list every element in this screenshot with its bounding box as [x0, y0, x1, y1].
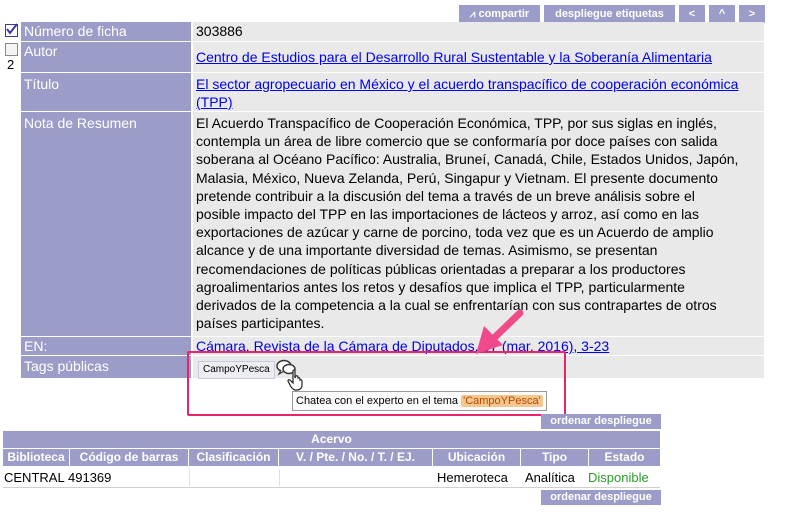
- resumen-line: recomendaciones de políticas públicas or…: [196, 260, 686, 277]
- resumen-line: pretende contribuir a la discusión del t…: [196, 187, 695, 204]
- resumen-line: países participantes.: [196, 315, 325, 332]
- header-volumen: V. / Pte. / No. / T. / EJ.: [279, 449, 432, 466]
- tag-chip[interactable]: CampoYPesca: [198, 361, 275, 379]
- tags-label: Tags públicas: [21, 356, 191, 378]
- ficha-label: Número de ficha: [21, 22, 191, 41]
- titulo-link[interactable]: El sector agropecuario en México y el ac…: [196, 76, 738, 110]
- resumen-line: contempla un área de libre comercio que …: [196, 133, 718, 150]
- order-display-button-top[interactable]: ordenar despliegue: [541, 414, 661, 429]
- tooltip-tag: 'CampoYPesca': [461, 395, 543, 407]
- cell-codigo: 491369: [68, 470, 112, 485]
- cell-volumen: [279, 469, 433, 486]
- select-all-checkbox[interactable]: [5, 23, 18, 37]
- next-button[interactable]: >: [739, 5, 765, 23]
- titulo-label: Título: [21, 73, 191, 111]
- table-row: CENTRAL 491369 Hemeroteca Analítica Disp…: [3, 467, 660, 488]
- header-codigo: Código de barras: [70, 449, 188, 466]
- resumen-line: derivados de la competencia a la cual se…: [196, 297, 717, 314]
- titulo-value: El sector agropecuario en México y el ac…: [193, 73, 764, 111]
- resumen-line: exportaciones de azúcar y carne de porci…: [196, 224, 714, 241]
- row-number: 2: [7, 57, 15, 72]
- resumen-value: El Acuerdo Transpacífico de Cooperación …: [193, 112, 764, 336]
- cell-clasificacion: [189, 469, 279, 486]
- order-display-button-bottom[interactable]: ordenar despliegue: [541, 490, 661, 505]
- resumen-line: agroalimentarios antes los retos y desaf…: [196, 278, 685, 295]
- header-biblioteca: Biblioteca: [3, 449, 69, 466]
- resumen-label: Nota de Resumen: [21, 112, 191, 336]
- acervo-header-row: Biblioteca Código de barras Clasificació…: [3, 449, 660, 466]
- header-tipo: Tipo: [521, 449, 588, 466]
- autor-value: Centro de Estudios para el Desarrollo Ru…: [193, 42, 764, 72]
- share-button[interactable]: ⩘ compartir: [459, 5, 540, 23]
- resumen-line: Malasia, México, Nueva Zelanda, Perú, Si…: [196, 169, 718, 186]
- resumen-line: alcance y de una importante diversidad d…: [196, 242, 658, 259]
- header-estado: Estado: [589, 449, 660, 466]
- resumen-line: posible impacto del TPP en las importaci…: [196, 206, 699, 223]
- header-ubicacion: Ubicación: [433, 449, 520, 466]
- labels-display-button[interactable]: despliegue etiquetas: [544, 5, 675, 23]
- up-button[interactable]: ^: [709, 5, 735, 23]
- resumen-line: soberana al Océano Pacífico: Australia, …: [196, 151, 739, 168]
- hand-cursor-icon: [287, 369, 305, 391]
- cell-biblioteca: CENTRAL: [4, 470, 65, 485]
- ficha-value: 303886: [193, 22, 764, 41]
- resumen-line: El Acuerdo Transpacífico de Cooperación …: [196, 115, 717, 131]
- cell-estado: Disponible: [588, 470, 649, 485]
- tag-label: CampoYPesca: [203, 364, 270, 375]
- share-icon: ⩘: [469, 9, 476, 20]
- header-clasificacion: Clasificación: [189, 449, 278, 466]
- share-label: compartir: [478, 8, 530, 20]
- record-checkbox[interactable]: [5, 43, 18, 56]
- tooltip-text: Chatea con el experto en el tema: [296, 395, 459, 407]
- cell-ubicacion: Hemeroteca: [437, 470, 508, 485]
- cell-tipo: Analítica: [525, 470, 575, 485]
- autor-link[interactable]: Centro de Estudios para el Desarrollo Ru…: [196, 49, 712, 65]
- checkmark-icon: [6, 23, 18, 35]
- autor-label: Autor: [21, 42, 191, 72]
- previous-button[interactable]: <: [679, 5, 705, 23]
- acervo-title: Acervo: [3, 431, 660, 448]
- tooltip: Chatea con el experto en el tema 'CampoY…: [292, 391, 547, 411]
- en-label: EN:: [21, 337, 191, 355]
